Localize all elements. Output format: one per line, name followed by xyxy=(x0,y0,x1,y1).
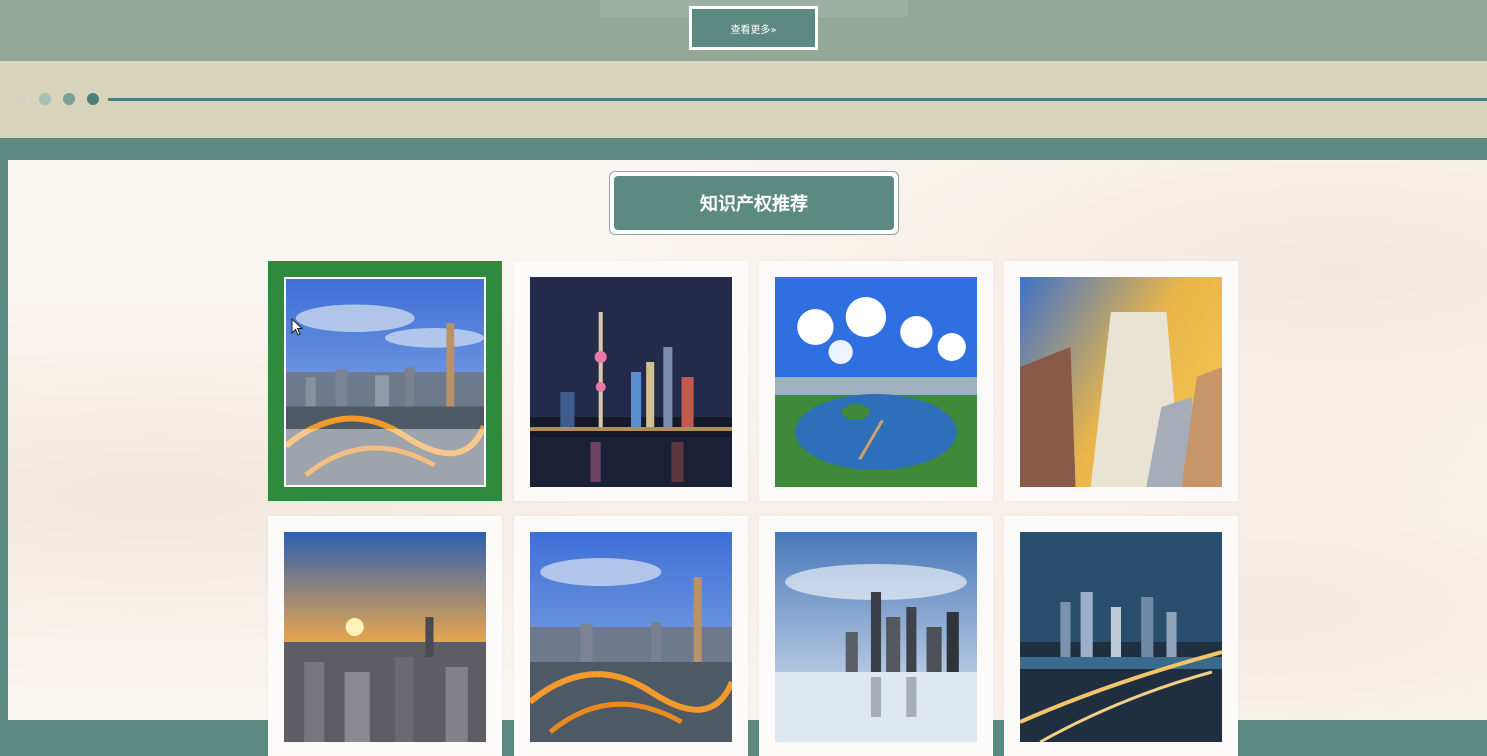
city-skyline-image xyxy=(530,532,732,742)
ip-card[interactable] xyxy=(1004,261,1238,501)
ip-card-image xyxy=(1020,532,1222,742)
view-more-button[interactable]: 查看更多» xyxy=(689,6,818,50)
timeline-line xyxy=(108,98,1487,101)
ip-card[interactable] xyxy=(268,261,502,501)
section-title-box: 知识产权推荐 xyxy=(609,171,899,235)
sunset-city-image xyxy=(284,532,486,742)
ip-card-image xyxy=(775,277,977,487)
ip-card-image xyxy=(530,532,732,742)
lake-park-image xyxy=(775,277,977,487)
ip-card-hover-overlay xyxy=(286,429,484,485)
ip-card[interactable] xyxy=(759,261,993,501)
section-title: 知识产权推荐 xyxy=(614,176,894,230)
ip-card[interactable] xyxy=(1004,516,1238,756)
timeline-dot-2[interactable] xyxy=(39,93,51,105)
ip-card-image xyxy=(284,532,486,742)
ip-card[interactable] xyxy=(268,516,502,756)
night-city-image xyxy=(1020,532,1222,742)
ip-card[interactable] xyxy=(514,261,748,501)
ip-card-image xyxy=(1020,277,1222,487)
ip-card-image xyxy=(284,277,486,487)
timeline-dot-3[interactable] xyxy=(63,93,75,105)
timeline-dot-4[interactable] xyxy=(87,93,99,105)
mouse-pointer-icon xyxy=(291,318,303,336)
ip-card-image xyxy=(530,277,732,487)
timeline-dot-1[interactable] xyxy=(15,93,27,105)
ip-card[interactable] xyxy=(514,516,748,756)
ip-card[interactable] xyxy=(759,516,993,756)
waterfront-skyline-image xyxy=(775,532,977,742)
skyscraper-image xyxy=(1020,277,1222,487)
ip-card-image xyxy=(775,532,977,742)
night-skyline-image xyxy=(530,277,732,487)
teal-strip xyxy=(0,138,1487,160)
